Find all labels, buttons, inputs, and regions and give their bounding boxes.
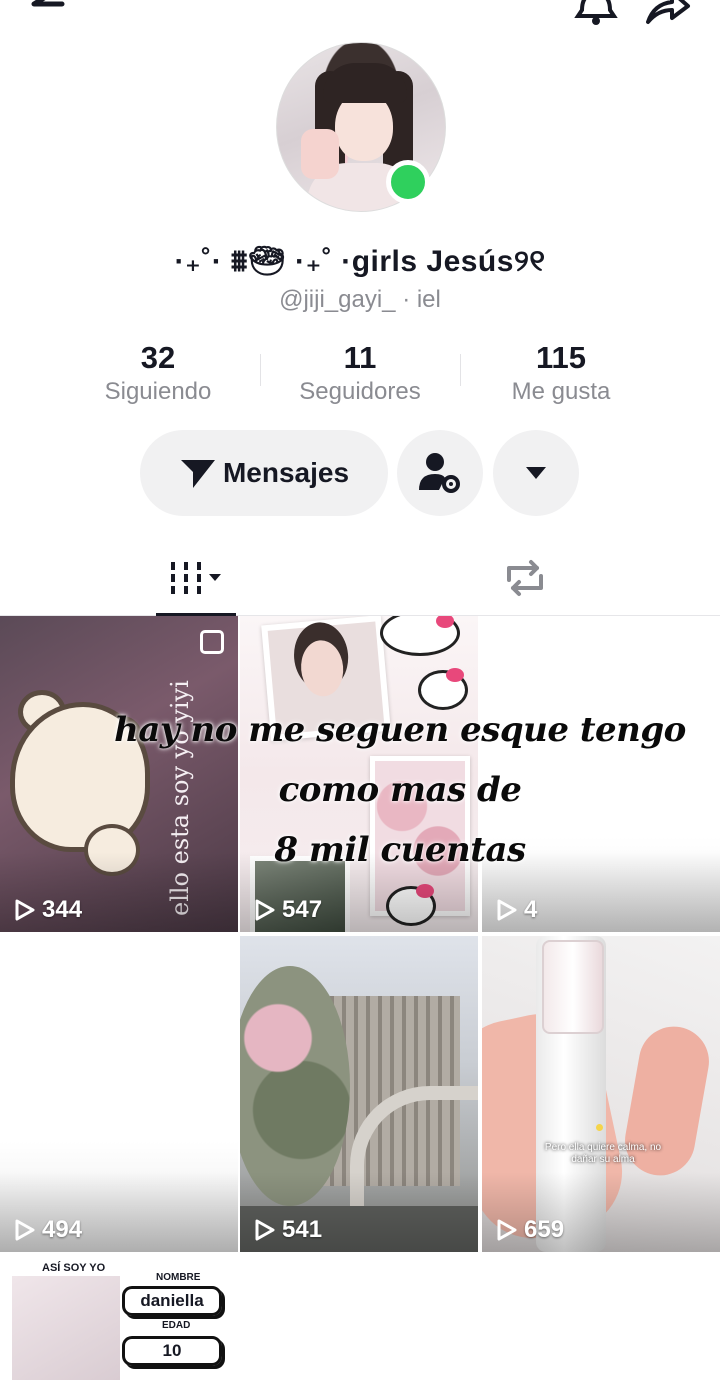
stat-followers[interactable]: 11 Seguidores [260, 340, 460, 408]
add-friend-button[interactable] [397, 430, 483, 516]
messages-label: Mensajes [222, 457, 350, 488]
view-count: 541 [254, 1216, 322, 1244]
view-count: 547 [254, 896, 322, 924]
view-count: 659 [496, 1216, 564, 1244]
view-count-value: 659 [524, 1216, 565, 1243]
display-name: ·₊˚· ⩩︎🥗︎ ·₊˚ ·girls Jesús୨୧ [174, 245, 546, 278]
view-count-value: 494 [42, 1216, 83, 1243]
tab-videos[interactable] [156, 540, 236, 616]
overlay-line: como mas de [278, 770, 522, 810]
top-bar [0, 0, 720, 30]
send-icon [180, 460, 215, 488]
overlay-line: hay no me seguen esque tengo [114, 710, 686, 750]
multi-photo-icon [200, 630, 224, 654]
video-tile[interactable]: 541 [240, 936, 478, 1252]
view-count-value: 541 [282, 1216, 323, 1243]
more-dropdown-button[interactable] [493, 430, 579, 516]
age-label: EDAD [162, 1320, 191, 1331]
view-count-value: 547 [282, 896, 323, 923]
stat-label: Siguiendo [104, 378, 212, 405]
name-value: daniella [122, 1286, 222, 1316]
video-tile[interactable]: ASÍ SOY YO NOMBRE daniella EDAD 10 [0, 1256, 240, 1380]
stat-likes[interactable]: 115 Me gusta [461, 340, 661, 408]
username: @jiji_gayi_ · iel [279, 286, 441, 313]
repost-icon [507, 559, 543, 596]
stat-value: 115 [535, 340, 586, 375]
video-caption: Pero ella quiere calma, no dañar su alma [544, 1142, 662, 1165]
play-icon [255, 1219, 275, 1241]
play-icon [497, 899, 517, 921]
view-count: 494 [14, 1216, 82, 1244]
stat-label: Me gusta [511, 378, 611, 405]
name-label: NOMBRE [156, 1272, 201, 1283]
caret-down-icon [526, 467, 546, 479]
overlay-line: 8 mil cuentas [274, 830, 526, 870]
view-count-value: 344 [42, 896, 83, 923]
view-count-value: 4 [524, 896, 538, 923]
person-settings-icon [419, 453, 460, 493]
share-icon[interactable] [640, 0, 692, 28]
play-icon [255, 899, 275, 921]
tile-heading: ASÍ SOY YO [42, 1262, 106, 1274]
arrow-left-icon[interactable] [24, 0, 68, 26]
tab-reposts[interactable] [490, 540, 560, 615]
video-tile[interactable]: 494 [0, 936, 238, 1252]
stat-following[interactable]: 32 Siguiendo [58, 340, 258, 408]
stat-value: 32 [140, 340, 176, 375]
overlay-caption: hay no me seguen esque tengo como mas de… [0, 700, 720, 880]
grid-icon [171, 561, 221, 594]
messages-button[interactable]: Mensajes [140, 430, 388, 516]
play-icon [15, 1219, 35, 1241]
profile-stats: 32 Siguiendo 11 Seguidores 115 Me gusta [0, 340, 720, 410]
play-icon [497, 1219, 517, 1241]
stat-label: Seguidores [299, 378, 421, 405]
view-count: 344 [14, 896, 82, 924]
online-status-dot [386, 160, 430, 204]
stat-value: 11 [343, 340, 377, 375]
content-tabs [0, 540, 720, 616]
view-count: 4 [496, 896, 537, 924]
bell-icon[interactable] [572, 0, 620, 28]
play-icon [15, 899, 35, 921]
video-tile[interactable]: Pero ella quiere calma, no dañar su alma… [482, 936, 720, 1252]
age-value: 10 [122, 1336, 222, 1366]
